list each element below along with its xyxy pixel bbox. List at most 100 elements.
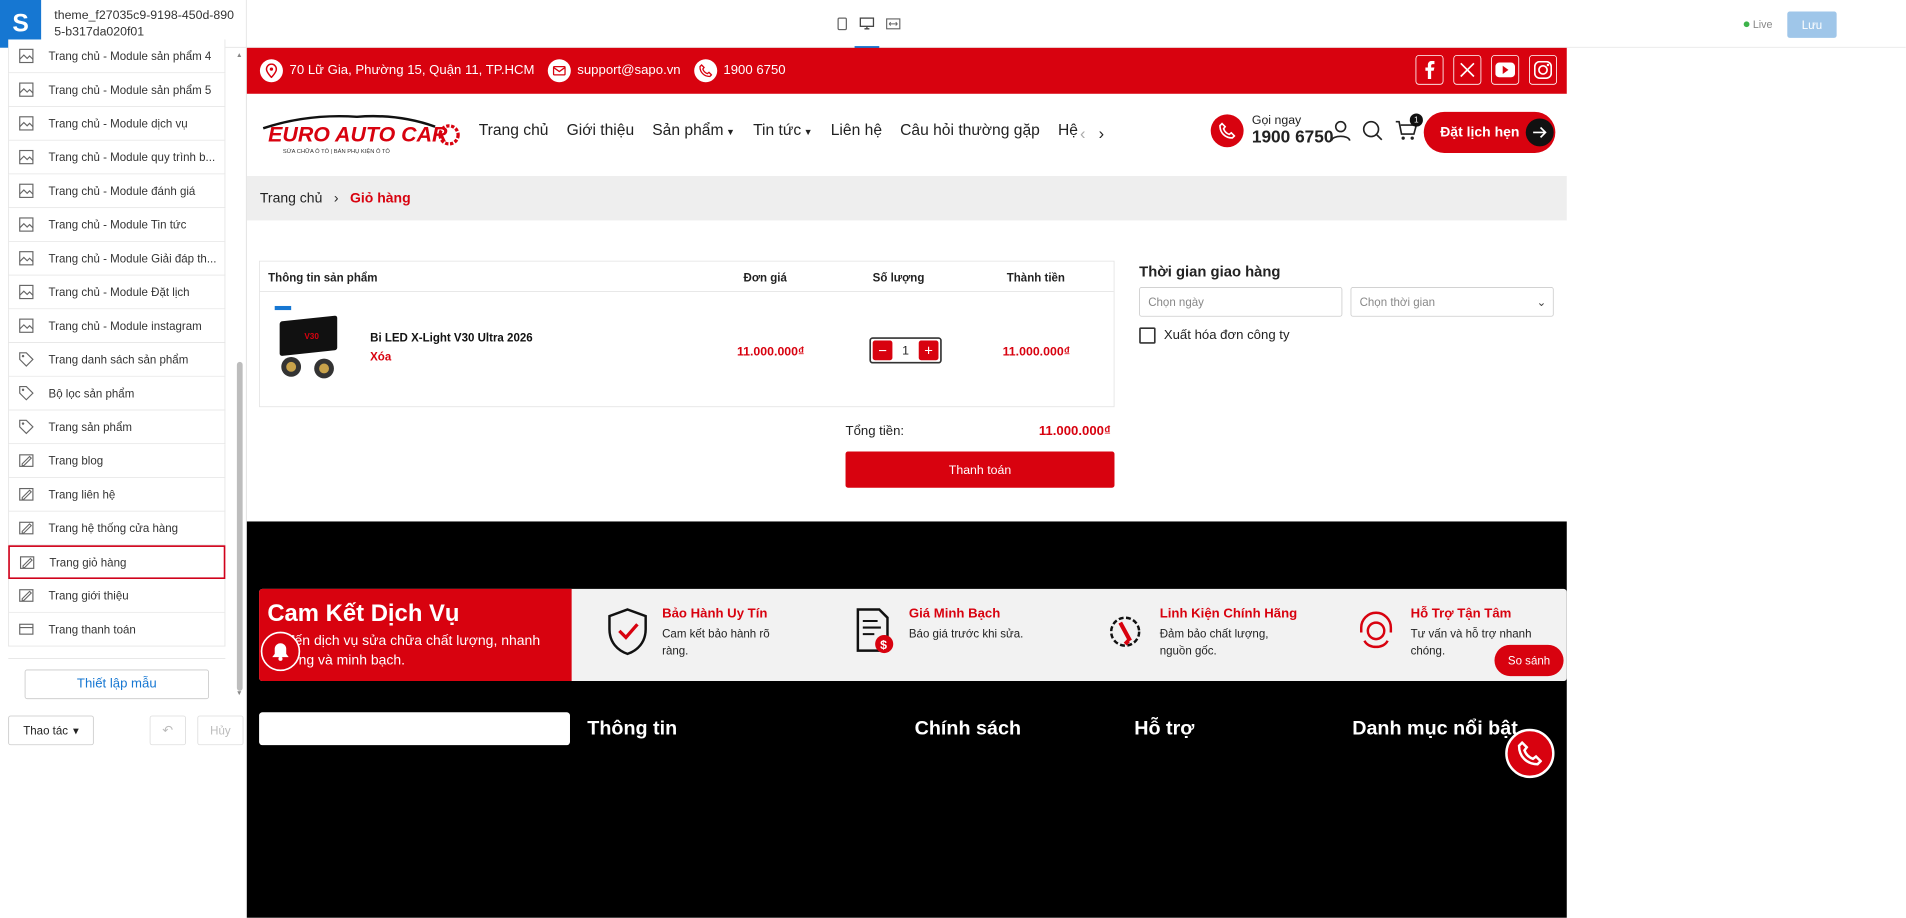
nav-item-label: Liên hệ [830,121,883,140]
template-item[interactable]: Trang chủ - Module quy trình b... [8,140,226,175]
nav-item[interactable]: Câu hỏi thường gặp [900,122,1040,140]
delivery-time-select[interactable]: Chọn thời gian ⌄ [1350,287,1554,317]
instagram-icon[interactable] [1529,55,1557,85]
newsletter-input[interactable] [259,712,570,746]
nav-item[interactable]: Giới thiệu [567,122,635,140]
undo-button[interactable]: ↶ [149,715,186,746]
scroll-up-icon[interactable]: ▲ [236,51,243,58]
product-name[interactable]: Bi LED X-Light V30 Ultra 2026 [370,331,533,344]
pen-icon [17,452,35,470]
chevron-left-icon[interactable]: ‹ [1080,125,1085,144]
decrease-qty-button[interactable]: − [872,340,893,361]
template-item[interactable]: Trang chủ - Module đánh giá [8,174,226,209]
template-item-label: Trang chủ - Module sản phẩm 5 [48,83,212,97]
template-item[interactable]: Trang danh sách sản phẩm [8,342,226,377]
brand-tagline: SỬA CHỮA Ô TÔ | BÁN PHỤ KIỆN Ô TÔ [283,147,390,155]
scrollbar-thumb[interactable] [236,361,243,691]
quantity-value[interactable]: 1 [902,343,909,357]
template-item[interactable]: Trang liên hệ [8,477,226,512]
checkbox-box[interactable] [1139,327,1156,344]
template-item-label: Trang blog [48,454,104,468]
pen-icon [18,553,36,571]
phone-text: 1900 6750 [723,63,786,78]
cancel-button[interactable]: Hủy [197,715,244,746]
headset-icon [1353,607,1399,656]
template-item[interactable]: Trang giới thiệu [8,579,226,613]
template-item[interactable]: Trang chủ - Module Giải đáp th... [8,241,226,276]
nav-item[interactable]: Sản phẩm ▼ [652,122,735,140]
template-setup-button[interactable]: Thiết lập mẫu [24,669,209,700]
desktop-view-icon[interactable] [859,16,875,31]
save-button[interactable]: Lưu [1787,11,1837,38]
book-appointment-button[interactable]: Đặt lịch hẹn [1423,111,1556,153]
template-item[interactable]: Trang chủ - Module dịch vụ [8,106,226,141]
brand-name-text: EURO AUTO CAR [268,122,448,146]
address-item[interactable]: 70 Lữ Gia, Phường 15, Quận 11, TP.HCM [259,59,535,83]
svg-text:V30: V30 [304,332,319,341]
template-item[interactable]: Trang giỏ hàng [8,545,226,580]
template-item[interactable]: Trang chủ - Module sản phẩm 5 [8,73,226,107]
footer-heading: Hỗ trợ [1134,717,1195,740]
nav-item[interactable]: Liên hệ [831,122,882,140]
mobile-view-icon[interactable] [834,16,850,31]
nav-item-label: Tin tức [753,121,802,140]
checkout-button[interactable]: Thanh toán [845,451,1115,488]
facebook-icon[interactable] [1415,55,1444,85]
header-unit-price: Đơn giá [743,270,787,284]
cart-icon[interactable]: 1 [1395,113,1423,145]
layout-icon [17,215,35,233]
layout-icon [17,47,35,65]
commitment-item-title: Giá Minh Bạch [908,607,1001,621]
header-product-info: Thông tin sản phẩm [268,270,378,284]
scroll-down-icon[interactable]: ▼ [236,689,243,696]
compare-button[interactable]: So sánh [1494,644,1564,677]
template-item[interactable]: Trang chủ - Module instagram [8,309,226,343]
scrollbar[interactable]: ▲ ▼ [235,49,243,699]
location-pin-icon [259,59,283,83]
store-preview: 70 Lữ Gia, Phường 15, Quận 11, TP.HCM su… [246,47,1567,918]
template-item[interactable]: Trang blog [8,444,226,478]
chevron-right-icon[interactable]: › [1099,125,1104,144]
template-item[interactable]: Trang chủ - Module sản phẩm 4 [8,39,226,74]
footer-heading: Chính sách [914,717,1022,740]
nav-item[interactable]: Tin tức ▼ [753,122,813,140]
footer-heading: Thông tin [587,717,678,740]
site-footer: Cam Kết Dịch Vụ ng đến dịch vụ sửa chữa … [246,521,1567,918]
x-twitter-icon[interactable] [1453,55,1482,85]
live-label: Live [1752,18,1773,31]
pen-icon [17,586,35,604]
fullwidth-view-icon[interactable] [885,16,901,31]
search-icon[interactable] [1362,120,1383,145]
actions-dropdown[interactable]: Thao tác ▾ [8,715,94,746]
user-icon[interactable] [1330,120,1351,145]
template-item[interactable]: Trang chủ - Module Tin tức [8,208,226,242]
template-item-label: Trang chủ - Module đánh giá [48,184,196,198]
template-item[interactable]: Trang thanh toán [8,612,226,647]
template-item[interactable]: Trang hệ thống cửa hàng [8,511,226,546]
breadcrumb-home[interactable]: Trang chủ [260,190,322,206]
brand-logo[interactable]: EURO AUTO CAR SỬA CHỮA Ô TÔ | BÁN PHỤ KI… [258,112,464,162]
arrow-right-icon [1526,118,1554,147]
template-item-label: Trang liên hệ [48,487,116,501]
youtube-icon[interactable] [1491,55,1520,85]
commitment-text-block: Linh Kiện Chính Hãng Đảm bảo chất lượng, … [1160,607,1297,660]
increase-qty-button[interactable]: + [918,340,939,361]
tag-icon [17,418,35,436]
editor-actions: Thao tác ▾ ↶ Hủy [0,707,247,753]
company-invoice-checkbox[interactable]: Xuất hóa đơn công ty [1139,327,1290,344]
template-item[interactable]: Trang sản phẩm [8,410,226,445]
product-image[interactable]: V30 [271,303,345,385]
remove-item-link[interactable]: Xóa [370,350,391,363]
email-item[interactable]: support@sapo.vn [547,59,681,83]
template-item-label: Trang sản phẩm [48,420,132,434]
floating-call-button[interactable] [1505,728,1555,779]
notification-bell-icon[interactable] [260,631,301,672]
template-item[interactable]: Trang chủ - Module Đặt lịch [8,275,226,310]
nav-item[interactable]: Hệ [1058,122,1078,140]
template-item[interactable]: Bộ lọc sản phẩm [8,376,226,411]
phone-item[interactable]: 1900 6750 [693,59,786,83]
hotline[interactable]: Gọi ngay 1900 6750 [1210,114,1334,148]
commitment-item: Bảo Hành Uy Tín Cam kết bảo hành rõ ràng. [605,607,770,660]
nav-item[interactable]: Trang chủ [479,122,549,140]
delivery-date-input[interactable]: Chọn ngày [1139,287,1343,317]
